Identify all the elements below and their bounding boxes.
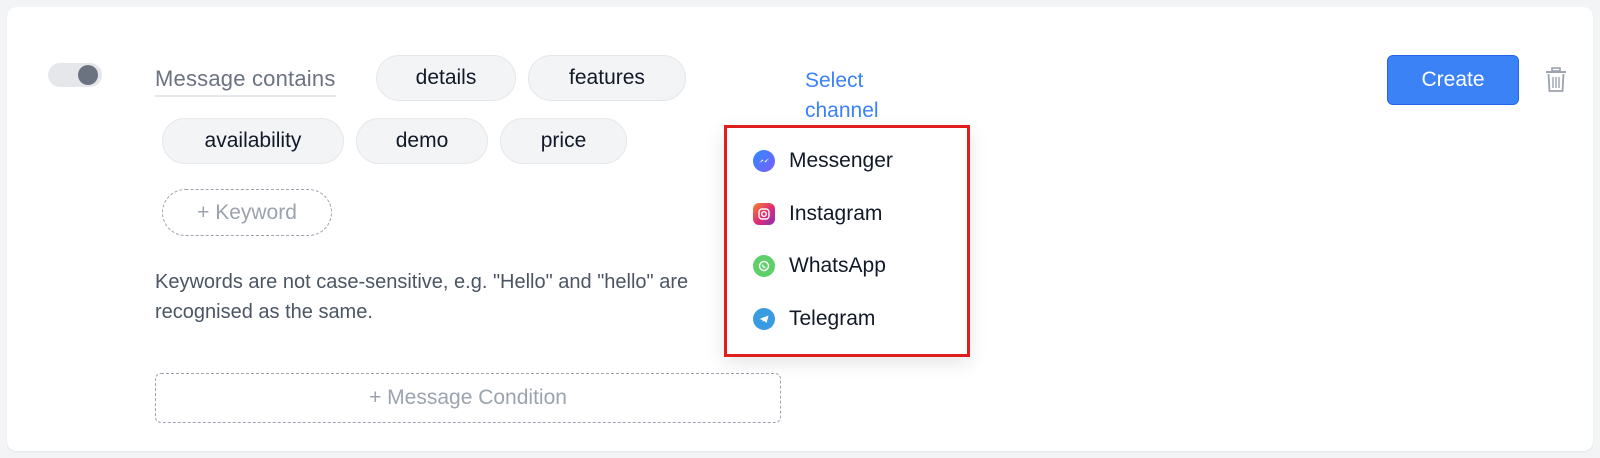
channel-option-label: WhatsApp [789,254,886,277]
keyword-chip[interactable]: price [500,118,627,164]
channel-option-label: Instagram [789,202,883,225]
keyword-chip[interactable]: demo [356,118,488,164]
select-channel-link[interactable]: Select channel [805,66,925,126]
keyword-chip[interactable]: availability [162,118,344,164]
add-keyword-button[interactable]: + Keyword [162,189,332,236]
channel-option-messenger[interactable]: Messenger [753,141,893,181]
create-button[interactable]: Create [1387,55,1519,105]
instagram-icon [753,203,775,225]
channel-option-instagram[interactable]: Instagram [753,194,882,234]
channel-option-label: Messenger [789,149,893,172]
enable-toggle[interactable] [48,63,102,87]
telegram-icon [753,308,775,330]
condition-type-label[interactable]: Message contains [155,65,336,97]
trash-icon[interactable] [1545,67,1567,93]
add-message-condition-button[interactable]: + Message Condition [155,373,781,423]
keyword-chip[interactable]: features [528,55,686,101]
channel-option-whatsapp[interactable]: WhatsApp [753,246,886,286]
keyword-chip[interactable]: details [376,55,516,101]
rule-card: Message contains details features availa… [7,7,1593,451]
keyword-hint-text: Keywords are not case-sensitive, e.g. "H… [155,271,689,323]
channel-dropdown: Messenger Instagram WhatsApp Telegram [724,125,970,357]
whatsapp-icon [753,255,775,277]
toggle-knob [78,65,98,85]
channel-option-telegram[interactable]: Telegram [753,299,875,339]
messenger-icon [753,150,775,172]
channel-option-label: Telegram [789,307,876,330]
